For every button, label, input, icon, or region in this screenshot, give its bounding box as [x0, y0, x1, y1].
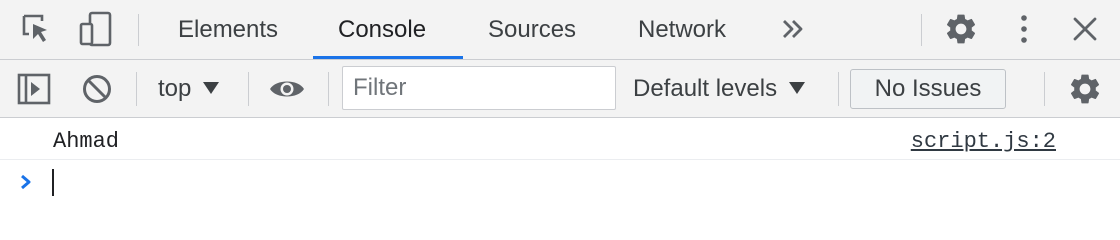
- context-selector[interactable]: top: [158, 60, 220, 118]
- tab-label: Network: [638, 15, 727, 43]
- tab-console[interactable]: Console: [338, 0, 426, 59]
- divider: [138, 14, 139, 46]
- divider: [838, 72, 839, 106]
- issues-label: No Issues: [874, 75, 982, 102]
- console-message: Ahmad script.js:2: [0, 118, 1120, 160]
- divider: [1044, 72, 1045, 106]
- tab-label: Console: [338, 15, 427, 43]
- filter-input[interactable]: [342, 66, 616, 110]
- divider: [328, 72, 329, 106]
- gear-icon[interactable]: [1067, 71, 1103, 107]
- console-toolbar: top Default levels No Issues: [0, 60, 1120, 118]
- tab-sources[interactable]: Sources: [488, 0, 576, 59]
- source-link[interactable]: script.js:2: [911, 129, 1056, 154]
- console-prompt[interactable]: [0, 160, 1120, 206]
- tab-label: Sources: [488, 15, 577, 43]
- context-label: top: [158, 75, 192, 102]
- device-toggle-icon[interactable]: [78, 10, 114, 48]
- text-caret: [52, 169, 54, 196]
- dropdown-arrow-icon: [789, 82, 806, 94]
- divider: [248, 72, 249, 106]
- message-text: Ahmad: [53, 129, 120, 154]
- log-levels-dropdown[interactable]: Default levels: [633, 60, 806, 118]
- prompt-chevron-icon: [18, 170, 36, 199]
- devtools-tabbar: Elements Console Sources Network: [0, 0, 1120, 60]
- close-icon[interactable]: [1070, 14, 1100, 44]
- clear-console-icon[interactable]: [80, 72, 114, 106]
- kebab-menu-icon[interactable]: [1012, 12, 1036, 46]
- inspect-element-icon[interactable]: [20, 12, 54, 46]
- tab-label: Elements: [178, 15, 279, 43]
- sidebar-toggle-icon[interactable]: [16, 72, 52, 106]
- issues-button[interactable]: No Issues: [850, 69, 1006, 109]
- levels-label: Default levels: [633, 75, 778, 102]
- divider: [921, 14, 922, 46]
- tab-network[interactable]: Network: [638, 0, 726, 59]
- gear-icon[interactable]: [943, 11, 979, 47]
- divider: [136, 72, 137, 106]
- eye-icon[interactable]: [268, 76, 306, 102]
- dropdown-arrow-icon: [203, 82, 220, 94]
- double-chevron-right-icon[interactable]: [780, 16, 808, 42]
- active-tab-indicator: [313, 56, 463, 59]
- tab-elements[interactable]: Elements: [178, 0, 278, 59]
